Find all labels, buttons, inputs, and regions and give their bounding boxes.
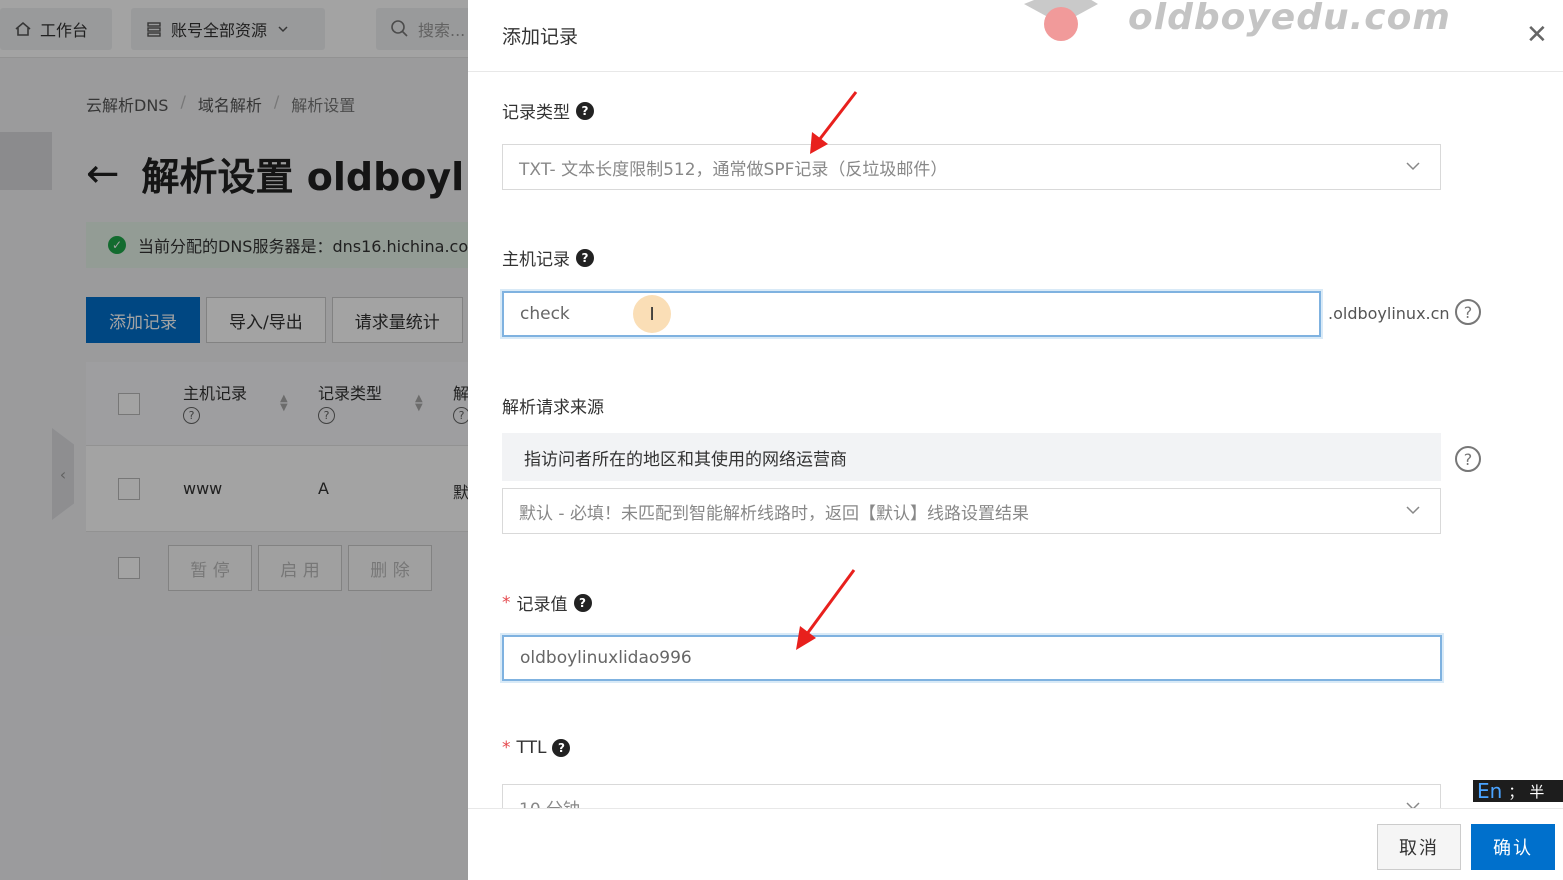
ime-mode: En bbox=[1477, 779, 1503, 803]
drawer-footer: 取消 确认 bbox=[468, 808, 1563, 880]
confirm-button[interactable]: 确认 bbox=[1471, 824, 1555, 870]
help-circle-icon[interactable]: ? bbox=[1455, 299, 1481, 325]
chevron-down-icon bbox=[1406, 162, 1420, 171]
ttl-label-text: TTL bbox=[516, 738, 547, 758]
ime-punct: ； bbox=[1508, 782, 1524, 801]
ttl-label: * TTL ? bbox=[502, 738, 571, 758]
close-icon[interactable]: ✕ bbox=[1526, 22, 1548, 48]
text-cursor-icon: I bbox=[633, 295, 671, 333]
record-value-text: oldboylinuxlidao996 bbox=[520, 648, 692, 668]
drawer-title: 添加记录 bbox=[502, 26, 579, 48]
help-icon[interactable]: ? bbox=[573, 593, 592, 612]
host-record-label-text: 主机记录 bbox=[502, 250, 570, 270]
line-select[interactable]: 默认 - 必填！未匹配到智能解析线路时，返回【默认】线路设置结果 bbox=[502, 488, 1441, 534]
record-type-label: 记录类型 ? bbox=[502, 98, 594, 123]
help-icon[interactable]: ? bbox=[576, 101, 594, 120]
ime-indicator: En ； 半 bbox=[1473, 779, 1563, 803]
record-type-select[interactable]: TXT- 文本长度限制512，通常做SPF记录（反垃圾邮件） bbox=[502, 144, 1441, 190]
help-icon[interactable]: ? bbox=[552, 739, 571, 757]
annotation-arrow-icon bbox=[796, 569, 856, 650]
watermark-text: oldboyedu.com bbox=[1128, 0, 1451, 38]
help-icon[interactable]: ? bbox=[576, 248, 594, 267]
host-record-value: check bbox=[520, 304, 570, 324]
line-info-text: 指访问者所在的地区和其使用的网络运营商 bbox=[524, 449, 847, 470]
chevron-down-icon bbox=[1406, 506, 1420, 515]
host-record-input[interactable]: check bbox=[502, 291, 1321, 337]
record-value-input[interactable]: oldboylinuxlidao996 bbox=[502, 635, 1442, 681]
cancel-button[interactable]: 取消 bbox=[1377, 824, 1461, 870]
watermark-logo-icon bbox=[1024, 0, 1098, 41]
domain-suffix: .oldboylinux.cn bbox=[1328, 304, 1450, 323]
line-value: 默认 - 必填！未匹配到智能解析线路时，返回【默认】线路设置结果 bbox=[519, 503, 1029, 524]
record-type-value: TXT- 文本长度限制512，通常做SPF记录（反垃圾邮件） bbox=[519, 159, 948, 180]
ime-width: 半 bbox=[1529, 782, 1545, 801]
host-record-label: 主机记录 ? bbox=[502, 245, 594, 270]
line-info: 指访问者所在的地区和其使用的网络运营商 bbox=[502, 433, 1441, 481]
annotation-arrow-icon bbox=[810, 91, 858, 154]
add-record-drawer: 添加记录 oldboyedu.com ✕ 记录类型 ? TXT- 文本长度限制5… bbox=[468, 0, 1563, 880]
line-label: 解析请求来源 bbox=[502, 393, 604, 418]
record-value-label: * 记录值 ? bbox=[502, 590, 592, 615]
watermark: oldboyedu.com bbox=[1016, 0, 1451, 48]
required-mark: * bbox=[502, 738, 511, 758]
required-mark: * bbox=[502, 592, 511, 613]
drawer-header: 添加记录 oldboyedu.com ✕ bbox=[468, 0, 1563, 72]
record-value-label-text: 记录值 bbox=[516, 595, 568, 615]
record-type-label-text: 记录类型 bbox=[502, 103, 570, 123]
line-label-text: 解析请求来源 bbox=[502, 398, 604, 418]
help-circle-icon[interactable]: ? bbox=[1455, 446, 1481, 472]
